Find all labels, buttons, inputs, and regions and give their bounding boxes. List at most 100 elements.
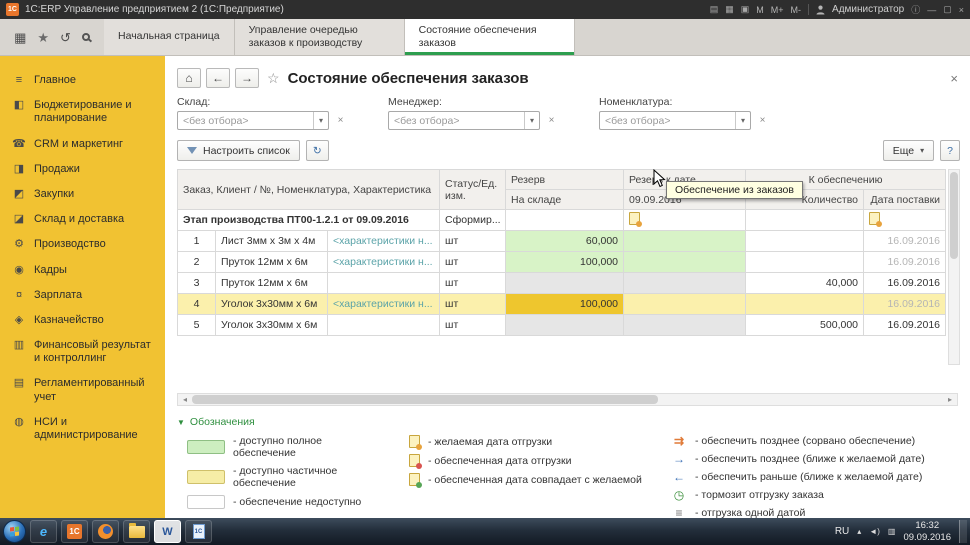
sidebar-item-budgeting[interactable]: ◧Бюджетирование и планирование: [0, 93, 165, 131]
close-form-icon[interactable]: ×: [950, 71, 960, 86]
chevron-down-icon[interactable]: ▾: [735, 112, 750, 129]
volume-icon[interactable]: ◄): [869, 527, 880, 536]
sidebar-item-sales[interactable]: ◨Продажи: [0, 157, 165, 182]
help-button[interactable]: ?: [940, 140, 960, 161]
scrollbar-track[interactable]: [192, 394, 943, 405]
row-qty-cell: 500,000: [746, 315, 864, 336]
sidebar-item-warehouse[interactable]: ◪Склад и доставка: [0, 207, 165, 232]
memory-m-button[interactable]: M: [756, 5, 764, 15]
table-row[interactable]: 3Пруток 12мм х 6мшт40,00016.09.2016: [178, 273, 946, 294]
calendar-icon[interactable]: ▦: [725, 4, 734, 15]
language-indicator[interactable]: RU: [835, 526, 849, 537]
back-button[interactable]: ←: [206, 68, 230, 88]
warehouse-icon: ◪: [12, 213, 26, 226]
calculator-icon[interactable]: ▣: [741, 4, 750, 15]
refresh-button[interactable]: ↻: [306, 140, 329, 161]
tab-label: Управление очередью заказов к производст…: [249, 24, 390, 50]
scroll-left-icon[interactable]: ◂: [178, 395, 192, 404]
sidebar-item-main[interactable]: ≡Главное: [0, 68, 165, 93]
horizontal-scrollbar[interactable]: ◂ ▸: [177, 393, 958, 406]
scroll-right-icon[interactable]: ▸: [943, 395, 957, 404]
legend-label: - обеспеченная дата совпадает с желаемой: [428, 474, 642, 486]
vertical-scrollbar[interactable]: [948, 169, 960, 365]
memory-mminus-button[interactable]: M-: [791, 5, 802, 15]
sidebar-item-regulated[interactable]: ▤Регламентированный учет: [0, 371, 165, 409]
date-match-icon: [409, 473, 420, 486]
network-icon[interactable]: ▥: [888, 527, 896, 536]
clear-filter-icon[interactable]: ×: [755, 113, 770, 128]
chevron-down-icon[interactable]: ▾: [313, 112, 328, 129]
table-row[interactable]: 1Лист 3мм х 3м х 4м<характеристики н...ш…: [178, 231, 946, 252]
browser-letter: e: [40, 524, 47, 539]
scrollbar-thumb[interactable]: [950, 172, 958, 259]
sidebar-item-crm[interactable]: ☎CRM и маркетинг: [0, 132, 165, 157]
taskbar-explorer-icon[interactable]: [123, 520, 150, 543]
configure-list-button[interactable]: Настроить список: [177, 140, 300, 161]
scrollbar-thumb[interactable]: [192, 395, 658, 404]
nomenclature-combo[interactable]: <без отбора> ▾: [599, 111, 751, 130]
legend-label: - обеспечение недоступно: [233, 496, 361, 508]
sidebar-item-finance[interactable]: ▥Финансовый результат и контроллинг: [0, 333, 165, 371]
start-button[interactable]: [3, 520, 26, 543]
later-broken-icon: ⇉: [671, 435, 687, 447]
filter-label: Менеджер:: [388, 96, 559, 108]
col-header-status[interactable]: Статус/Ед. изм.: [440, 170, 506, 210]
home-button[interactable]: ⌂: [177, 68, 201, 88]
later-closer-icon: →: [671, 453, 687, 465]
minimize-icon[interactable]: —: [927, 5, 936, 15]
taskbar-clock[interactable]: 16:32 09.09.2016: [903, 520, 951, 544]
history-icon[interactable]: ↺: [60, 31, 71, 44]
taskbar-firefox-icon[interactable]: [92, 520, 119, 543]
collapse-chevron-icon[interactable]: ▼: [177, 418, 185, 427]
more-button[interactable]: Еще ▾: [883, 140, 934, 161]
sidebar-item-production[interactable]: ⚙Производство: [0, 232, 165, 257]
sidebar-item-label: Зарплата: [34, 289, 82, 302]
col-header-reserve[interactable]: Резерв: [506, 170, 624, 190]
sidebar-item-treasury[interactable]: ◈Казначейство: [0, 308, 165, 333]
warehouse-combo[interactable]: <без отбора> ▾: [177, 111, 329, 130]
regulated-icon: ▤: [12, 377, 26, 390]
taskbar-browser-icon[interactable]: e: [30, 520, 57, 543]
legend-item: - обеспечение недоступно: [187, 495, 383, 509]
current-user[interactable]: Администратор: [832, 4, 904, 15]
legend-label: - доступно полное обеспечение: [233, 435, 383, 459]
table-row[interactable]: 2Пруток 12мм х 6м<характеристики н...шт1…: [178, 252, 946, 273]
row-reserve-date-cell: [624, 231, 746, 252]
sidebar-item-payroll[interactable]: ¤Зарплата: [0, 283, 165, 308]
sidebar-item-purchases[interactable]: ◩Закупки: [0, 182, 165, 207]
clear-filter-icon[interactable]: ×: [333, 113, 348, 128]
provided-date-icon: [409, 454, 420, 467]
col-header-supply-date[interactable]: Дата поставки: [864, 190, 946, 210]
table-row[interactable]: 5Уголок 3х30мм х 6мшт500,00016.09.2016: [178, 315, 946, 336]
show-desktop-button[interactable]: [959, 520, 967, 543]
search-icon[interactable]: [82, 33, 90, 41]
info-icon[interactable]: ⓘ: [911, 3, 920, 16]
sections-menu-icon[interactable]: ▦: [14, 31, 26, 44]
sidebar-item-nsi[interactable]: ◍НСИ и администрирование: [0, 410, 165, 448]
col-header-stock[interactable]: На складе: [506, 190, 624, 210]
favorites-star-icon[interactable]: ★: [37, 31, 49, 44]
tab-home[interactable]: Начальная страница: [104, 19, 235, 55]
taskbar-word-icon[interactable]: W: [154, 520, 181, 543]
forward-button[interactable]: →: [235, 68, 259, 88]
taskbar-document-icon[interactable]: 1С: [185, 520, 212, 543]
tab-supply-status[interactable]: Состояние обеспечения заказов: [405, 19, 575, 55]
table-row[interactable]: 4Уголок 3х30мм х 6м<характеристики н...ш…: [178, 294, 946, 315]
sidebar-item-label: Производство: [34, 238, 106, 251]
sidebar-item-hr[interactable]: ◉Кадры: [0, 258, 165, 283]
tab-production-queue[interactable]: Управление очередью заказов к производст…: [235, 19, 405, 55]
chevron-down-icon[interactable]: ▾: [524, 112, 539, 129]
taskbar-1c-icon[interactable]: 1С: [61, 520, 88, 543]
clear-filter-icon[interactable]: ×: [544, 113, 559, 128]
hidden-icons-chevron[interactable]: ▴: [857, 527, 861, 536]
filter-bar: Склад: <без отбора> ▾ × Менеджер: <без о…: [177, 96, 960, 130]
col-header-order[interactable]: Заказ, Клиент / №, Номенклатура, Характе…: [178, 170, 440, 210]
orders-table: Заказ, Клиент / №, Номенклатура, Характе…: [177, 169, 946, 336]
close-icon[interactable]: ×: [959, 5, 964, 15]
group-row[interactable]: Этап производства ПТ00-1.2.1 от 09.09.20…: [178, 210, 946, 231]
favorite-star-icon[interactable]: ☆: [267, 70, 280, 87]
clipboard-icon[interactable]: ▤: [710, 4, 719, 15]
manager-combo[interactable]: <без отбора> ▾: [388, 111, 540, 130]
memory-mplus-button[interactable]: M+: [771, 5, 784, 15]
restore-icon[interactable]: ▢: [943, 4, 952, 15]
